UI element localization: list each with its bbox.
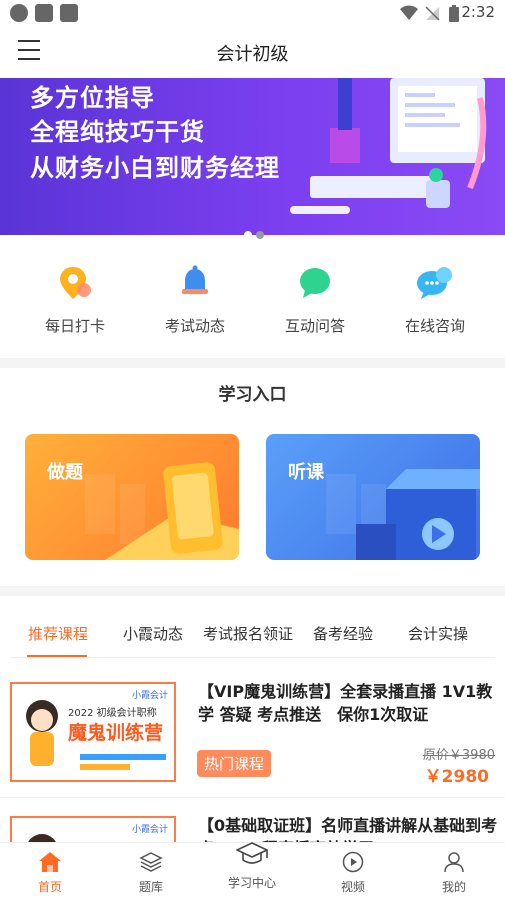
- nav-label: 视频: [340, 880, 365, 894]
- banner-pagination[interactable]: [244, 224, 268, 243]
- tab-recommended[interactable]: 推荐课程: [28, 623, 88, 644]
- practice-illustration: [85, 462, 239, 560]
- quick-entry-online-consult[interactable]: 在线咨询: [385, 263, 485, 336]
- nav-video[interactable]: 视频: [313, 851, 393, 895]
- layers-icon: [139, 852, 163, 872]
- chat-bubble-icon: [300, 268, 330, 298]
- course-tabs: 推荐课程 小霞动态 考试报名领证 备考经验 会计实操: [0, 615, 505, 659]
- wifi-icon: [400, 5, 418, 20]
- course-title[interactable]: 【0基础取证班】名师直播讲解从基础到考点一一一程直播高效学习: [198, 814, 498, 842]
- thumbnail-brand: 小霞会计: [131, 691, 168, 701]
- practice-card[interactable]: 做题: [25, 434, 239, 560]
- course-thumbnail[interactable]: 小霞会计 2022 初级会计职称 魔鬼训练营: [10, 682, 176, 782]
- nav-label: 学习中心: [227, 876, 276, 890]
- tab-xiaoxia-news[interactable]: 小霞动态: [123, 623, 183, 644]
- thumbnail-brand: 小霞会计: [131, 825, 168, 835]
- computer-illustration: [290, 78, 487, 214]
- course-thumbnail[interactable]: 小霞会计: [10, 816, 176, 842]
- user-icon: [444, 852, 464, 873]
- banner-line: 全程纯技巧干货: [30, 118, 205, 146]
- banner-dot[interactable]: [256, 231, 264, 239]
- thumbnail-headline: 魔鬼训练营: [68, 722, 164, 744]
- chat-consult-icon: [417, 267, 452, 299]
- status-bar: 2:32: [0, 0, 505, 26]
- tabs-divider: [10, 657, 495, 658]
- nav-home[interactable]: 首页: [10, 851, 90, 895]
- quick-entry-label: 考试动态: [164, 317, 225, 335]
- app-header: 会计初级: [0, 26, 505, 78]
- banner-dot-active[interactable]: [244, 231, 252, 239]
- nav-learning-center[interactable]: 学习中心: [212, 839, 292, 891]
- nav-label: 题库: [138, 880, 163, 894]
- section-divider: [0, 358, 505, 368]
- bottom-navigation: 首页 题库 学习中心 视频 我的: [0, 842, 505, 900]
- lecture-illustration: [326, 469, 480, 560]
- lecture-card-label: 听课: [288, 462, 324, 483]
- tab-exam-registration[interactable]: 考试报名领证: [203, 623, 293, 644]
- course-title[interactable]: 【VIP魔鬼训练营】全套录播直播 1V1教学 答疑 考点推送 保你1次取证: [198, 680, 498, 726]
- graduation-cap-icon: [235, 842, 269, 864]
- original-price: 原价￥3980: [422, 748, 495, 763]
- status-time: 2:32: [461, 3, 495, 21]
- quick-entry-daily-checkin[interactable]: 每日打卡: [25, 263, 125, 336]
- quick-entry-grid: 每日打卡 考试动态 互动问答 在线咨询: [0, 245, 505, 350]
- nav-profile[interactable]: 我的: [414, 851, 494, 895]
- notification-icon: [10, 4, 28, 22]
- notification-icon: [35, 4, 53, 22]
- promo-banner[interactable]: 多方位指导 全程纯技巧干货 从财务小白到财务经理: [0, 78, 505, 235]
- course-divider: [0, 797, 505, 798]
- banner-line: 多方位指导: [30, 84, 155, 112]
- study-entry-title: 学习入口: [218, 385, 287, 405]
- tab-prep-experience[interactable]: 备考经验: [313, 623, 373, 644]
- notification-icon: [60, 4, 78, 22]
- nav-label: 我的: [441, 880, 466, 894]
- quick-entry-qa[interactable]: 互动问答: [265, 263, 365, 336]
- quick-entry-label: 每日打卡: [44, 317, 105, 335]
- home-icon: [39, 852, 61, 872]
- bell-icon: [182, 265, 208, 294]
- location-pin-icon: [60, 267, 91, 299]
- page-title: 会计初级: [216, 44, 289, 65]
- practice-card-label: 做题: [47, 462, 83, 483]
- play-circle-icon: [342, 851, 364, 873]
- quick-entry-label: 互动问答: [284, 317, 345, 335]
- section-divider: [0, 586, 505, 596]
- thumbnail-year: 2022 初级会计职称: [68, 708, 157, 719]
- hot-course-tag: 热门课程: [197, 750, 272, 777]
- lecture-card[interactable]: 听课: [266, 434, 480, 560]
- course-item[interactable]: 小霞会计 2022 初级会计职称 魔鬼训练营 【VIP魔鬼训练营】全套录播直播 …: [0, 670, 505, 800]
- no-signal-icon: [425, 6, 440, 21]
- course-item[interactable]: 小霞会计 【0基础取证班】名师直播讲解从基础到考点一一一程直播高效学习: [0, 800, 505, 842]
- tab-accounting-practice[interactable]: 会计实操: [408, 623, 468, 644]
- nav-label: 首页: [37, 880, 62, 894]
- current-price: ￥2980: [424, 767, 489, 787]
- banner-line: 从财务小白到财务经理: [30, 154, 280, 182]
- quick-entry-label: 在线咨询: [404, 317, 465, 335]
- nav-question-bank[interactable]: 题库: [111, 851, 191, 895]
- battery-icon: [449, 5, 459, 22]
- quick-entry-exam-news[interactable]: 考试动态: [145, 263, 245, 336]
